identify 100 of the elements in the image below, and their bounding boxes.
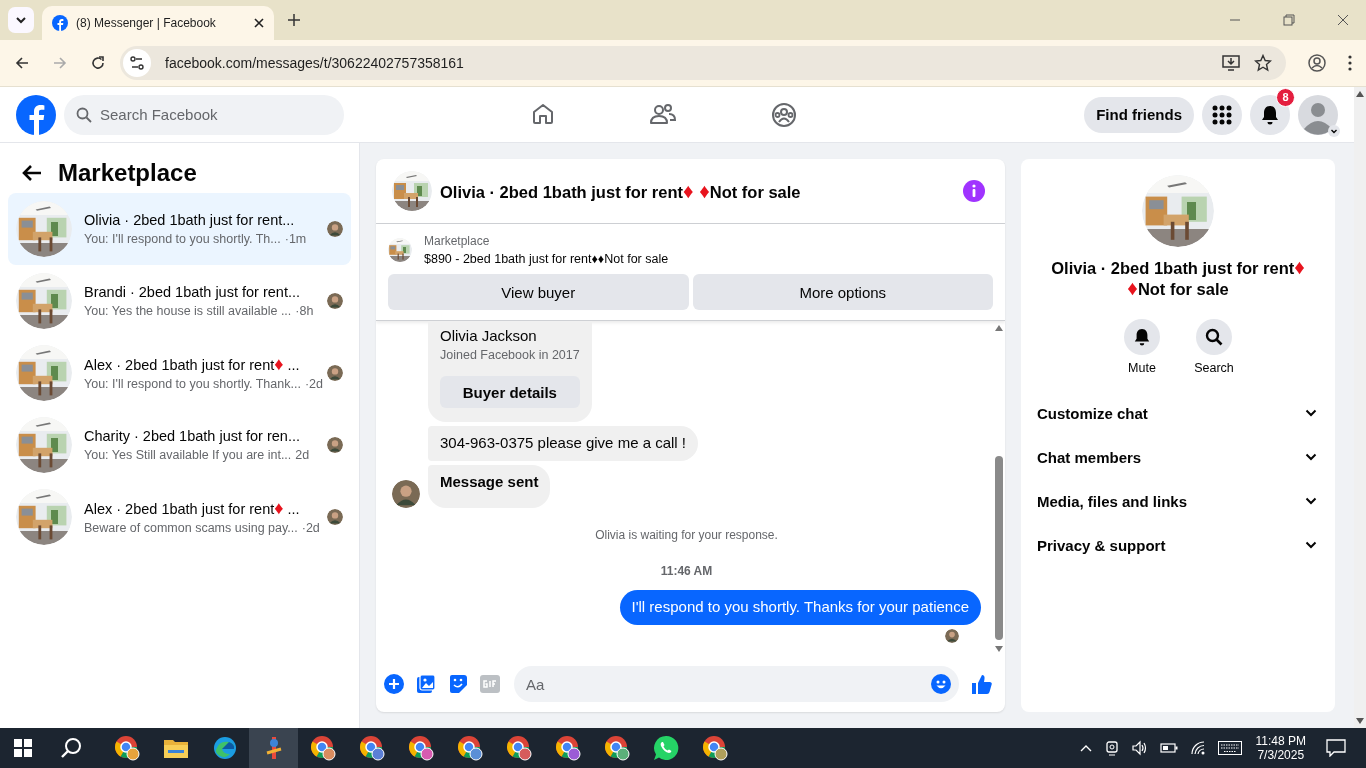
- browser-icon[interactable]: [113, 735, 140, 761]
- listing-label: Marketplace: [424, 234, 491, 248]
- section-title: Privacy & support: [1037, 536, 1166, 554]
- back-arrow-icon[interactable]: [22, 164, 42, 182]
- camera-icon[interactable]: [1103, 740, 1120, 756]
- notifications-button[interactable]: [1250, 94, 1290, 135]
- message-time: ·1m: [284, 232, 307, 246]
- groups-icon[interactable]: [771, 101, 798, 128]
- battery-icon[interactable]: [1159, 742, 1178, 754]
- browser-icon[interactable]: [505, 735, 532, 761]
- conversation-title: Olivia · 2bed 1bath just for rent♦ ♦Not for sale: [1050, 257, 1306, 299]
- outgoing-message: I'll respond to you shortly. Thanks for your patience: [619, 590, 981, 625]
- section-header[interactable]: Media, files and links: [1029, 479, 1327, 523]
- search-icon[interactable]: [60, 737, 82, 759]
- volume-icon[interactable]: [1131, 740, 1148, 756]
- new-tab-icon[interactable]: [288, 14, 300, 26]
- listing-action-button[interactable]: More options: [692, 274, 993, 310]
- back-icon[interactable]: [14, 55, 30, 71]
- plus-icon[interactable]: [384, 674, 404, 694]
- listing-action-button[interactable]: View buyer: [388, 274, 689, 310]
- buyer-details-button[interactable]: Buyer details: [440, 376, 580, 408]
- incoming-message: 304-963-0375 please give me a call !: [428, 426, 698, 461]
- mute-button[interactable]: [1124, 319, 1160, 355]
- message-preview: Beware of common scams using pay...: [84, 521, 298, 536]
- section-header[interactable]: Customize chat: [1029, 391, 1327, 435]
- conversation-item[interactable]: Charity · 2bed 1bath just for ren... You: Yes Still available If you are int... 2d: [8, 409, 351, 481]
- install-app-icon[interactable]: [1222, 55, 1240, 71]
- search-icon: [1205, 328, 1223, 346]
- scroll-down-icon[interactable]: [1356, 718, 1364, 724]
- message-preview: You: Yes the house is still available ...: [84, 304, 292, 318]
- message-time: ·2d: [304, 377, 323, 392]
- browser-tab[interactable]: (8) Messenger | Facebook: [42, 6, 274, 40]
- section-header[interactable]: Chat members: [1029, 435, 1327, 479]
- star-icon[interactable]: [1254, 54, 1272, 72]
- section-header[interactable]: Privacy & support: [1029, 523, 1327, 567]
- menu-button[interactable]: [1202, 94, 1242, 135]
- sticker-icon[interactable]: [448, 674, 468, 694]
- conversation-title: Alex · 2bed 1bath just for rent♦ ...: [84, 498, 301, 518]
- scroll-down-icon[interactable]: [995, 646, 1003, 652]
- action-label: Mute: [1128, 361, 1156, 375]
- conversation-item[interactable]: Brandi · 2bed 1bath just for rent... You: Yes the house is still available ... ·8h: [8, 265, 351, 337]
- sidebar-title: Marketplace: [58, 159, 197, 187]
- emoji-icon[interactable]: [931, 674, 951, 694]
- chat-app-icon[interactable]: [652, 735, 679, 761]
- section-title: Customize chat: [1037, 404, 1148, 422]
- site-settings-icon[interactable]: [123, 49, 151, 77]
- section-title: Chat members: [1037, 448, 1142, 466]
- close-icon[interactable]: [254, 18, 264, 28]
- action-label: Search: [1194, 361, 1234, 375]
- conversation-item[interactable]: Alex · 2bed 1bath just for rent♦ ... You: I'll respond to you shortly. Thank... ·2d: [8, 337, 351, 409]
- section-title: Media, files and links: [1037, 492, 1188, 510]
- buyer-name: Olivia Jackson: [440, 327, 538, 344]
- folder-icon[interactable]: [163, 738, 188, 758]
- scroll-up-icon[interactable]: [995, 325, 1003, 331]
- thumbs-up-icon[interactable]: [971, 673, 993, 695]
- conversation-title: Olivia · 2bed 1bath just for rent...: [84, 212, 296, 228]
- browser-icon[interactable]: [554, 735, 581, 761]
- scrollbar-thumb[interactable]: [995, 455, 1003, 640]
- address-bar[interactable]: facebook.com/messages/t/30622402757358161: [120, 46, 1286, 80]
- chevron-up-icon[interactable]: [1079, 744, 1092, 752]
- browser-icon[interactable]: [701, 735, 728, 761]
- timestamp: 11:46 AM: [660, 564, 713, 578]
- status-note: Olivia is waiting for your response.: [595, 528, 778, 542]
- search-field[interactable]: Search Facebook: [64, 94, 344, 135]
- profile-icon[interactable]: [1308, 54, 1326, 72]
- find-friends-button[interactable]: Find friends: [1084, 96, 1194, 133]
- search-icon: [76, 106, 92, 123]
- info-icon[interactable]: [963, 180, 985, 202]
- browser-icon[interactable]: [407, 735, 434, 761]
- message-time: ·2d: [301, 521, 320, 536]
- grid-icon: [1212, 104, 1232, 125]
- chevron-down-icon: [15, 16, 27, 24]
- windows-start-icon[interactable]: [14, 739, 32, 757]
- scroll-up-icon[interactable]: [1356, 91, 1364, 97]
- browser-icon[interactable]: [358, 735, 385, 761]
- conversation-item[interactable]: Alex · 2bed 1bath just for rent♦ ... Beware of common scams using pay... ·2d: [8, 481, 351, 553]
- buyer-joined: Joined Facebook in 2017: [440, 348, 580, 362]
- message-preview: You: I'll respond to you shortly. Thank...: [84, 377, 301, 392]
- edge-icon[interactable]: [212, 736, 237, 760]
- tab-list-button[interactable]: [8, 7, 34, 33]
- menu-icon[interactable]: [1348, 55, 1352, 71]
- notification-icon[interactable]: [1326, 739, 1346, 757]
- reload-icon[interactable]: [90, 55, 106, 71]
- browser-icon[interactable]: [309, 735, 336, 761]
- url-text: facebook.com/messages/t/30622402757358161: [165, 55, 464, 71]
- wifi-icon[interactable]: [1189, 741, 1206, 755]
- search-button[interactable]: [1196, 319, 1232, 355]
- account-avatar[interactable]: [1298, 94, 1338, 135]
- clock-time: 11:48 PM: [1255, 734, 1306, 748]
- keyboard-icon[interactable]: [1217, 741, 1242, 755]
- home-icon[interactable]: [531, 101, 556, 126]
- incoming-message: Message sent: [428, 465, 551, 508]
- restore-icon[interactable]: [1283, 14, 1295, 26]
- message-field[interactable]: Aa: [514, 666, 959, 702]
- conversation-item[interactable]: Olivia · 2bed 1bath just for rent... You: I'll respond to you shortly. Th... ·1m: [8, 193, 351, 265]
- browser-icon[interactable]: [456, 735, 483, 761]
- photo-icon[interactable]: [416, 674, 436, 694]
- facebook-logo-icon[interactable]: [16, 94, 56, 135]
- friends-icon[interactable]: [650, 101, 677, 126]
- browser-icon[interactable]: [603, 735, 630, 761]
